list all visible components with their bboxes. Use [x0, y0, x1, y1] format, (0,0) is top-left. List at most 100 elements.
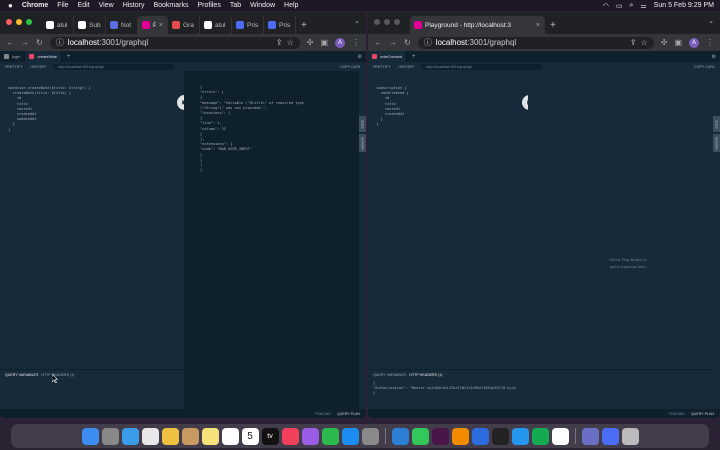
new-tab-button[interactable]: + — [296, 16, 312, 34]
appstore-icon[interactable] — [341, 427, 359, 445]
browser-tab[interactable]: Not — [106, 16, 138, 34]
copy-curl-button[interactable]: COPY CURL — [694, 65, 715, 69]
contacts-icon[interactable] — [181, 427, 199, 445]
reload-icon[interactable]: ↻ — [404, 38, 411, 47]
clock[interactable]: Sun 5 Feb 9:29 PM — [654, 2, 714, 9]
copy-curl-button[interactable]: COPY CURL — [340, 65, 361, 69]
zoom-window-button[interactable] — [26, 19, 32, 25]
tracing-button[interactable]: TRACING — [315, 412, 331, 416]
info-icon[interactable]: ⓘ — [56, 37, 64, 48]
browser-tab[interactable]: P × — [138, 16, 168, 34]
vlc-icon[interactable] — [451, 427, 469, 445]
sidebar-icon[interactable]: ▣ — [674, 38, 682, 47]
safari-icon[interactable] — [121, 427, 139, 445]
bookmark-star-icon[interactable]: ☆ — [641, 38, 648, 47]
prettify-button[interactable]: PRETTIFY — [5, 65, 22, 69]
query-editor[interactable]: mutation createNote($title: String!) { c… — [0, 71, 184, 418]
menu-file[interactable]: File — [57, 2, 68, 9]
gear-icon[interactable]: ⚙ — [712, 54, 716, 60]
back-icon[interactable]: ← — [374, 38, 382, 47]
menu-view[interactable]: View — [99, 2, 114, 9]
menu-kebab-icon[interactable]: ⋮ — [352, 38, 360, 47]
menu-history[interactable]: History — [123, 2, 145, 9]
terminal-icon[interactable] — [491, 427, 509, 445]
history-button[interactable]: HISTORY — [30, 65, 46, 69]
profile-avatar[interactable]: A — [335, 37, 345, 48]
browser-tab[interactable]: atul — [42, 16, 74, 34]
query-variables-tab[interactable]: QUERY VARIABLES — [373, 373, 406, 377]
playground-tab-notecreated[interactable]: noteCreated — [368, 51, 408, 62]
settings-icon[interactable] — [361, 427, 379, 445]
chrome-icon[interactable] — [141, 427, 159, 445]
battery-icon[interactable]: ▭ — [616, 2, 623, 10]
query-plan-button[interactable]: QUERY PLAN — [337, 412, 360, 416]
menu-edit[interactable]: Edit — [78, 2, 90, 9]
browser-tab[interactable]: Pris — [264, 16, 296, 34]
tab-search-chevron-icon[interactable]: ⌄ — [354, 17, 360, 25]
notes-icon[interactable] — [201, 427, 219, 445]
new-tab-button[interactable]: + — [545, 16, 561, 34]
address-bar[interactable]: ⓘ localhost:3001/graphql ⇪ ☆ — [417, 36, 654, 49]
tab-playground[interactable]: Playground - http://localhost:3 × — [410, 16, 545, 34]
playground-tab-createnote[interactable]: createNote — [25, 51, 63, 62]
control-center-icon[interactable]: ⚌ — [640, 2, 646, 10]
trash-icon[interactable] — [621, 427, 639, 445]
back-icon[interactable]: ← — [6, 38, 14, 47]
finder-icon[interactable] — [81, 427, 99, 445]
query-plan-button[interactable]: QUERY PLAN — [691, 412, 714, 416]
browser-tab[interactable]: atul — [200, 16, 232, 34]
mongodb-icon[interactable] — [531, 427, 549, 445]
sidebar-icon[interactable]: ▣ — [320, 38, 328, 47]
add-playground-tab-button[interactable]: + — [407, 54, 421, 60]
slack-icon[interactable] — [431, 427, 449, 445]
query-variables-tab[interactable]: QUERY VARIABLES — [5, 373, 38, 377]
music-icon[interactable] — [281, 427, 299, 445]
keynote-icon[interactable] — [471, 427, 489, 445]
tv-icon[interactable]: tv — [261, 427, 279, 445]
prettify-button[interactable]: PRETTIFY — [373, 65, 390, 69]
bookmark-star-icon[interactable]: ☆ — [287, 38, 294, 47]
calendar-icon[interactable]: 5 — [241, 427, 259, 445]
schema-side-tab[interactable]: SCHEMA — [713, 134, 720, 152]
zoom-window-button[interactable] — [394, 19, 400, 25]
podcasts-icon[interactable] — [301, 427, 319, 445]
menu-tab[interactable]: Tab — [230, 2, 241, 9]
endpoint-input[interactable]: http://localhost:3001/graphql — [422, 63, 543, 70]
menu-bookmarks[interactable]: Bookmarks — [153, 2, 188, 9]
close-tab-icon[interactable]: × — [536, 22, 540, 29]
share-icon[interactable]: ⇪ — [276, 38, 283, 47]
history-button[interactable]: HISTORY — [398, 65, 414, 69]
extensions-icon[interactable]: ✣ — [661, 38, 668, 47]
apple-menu-icon[interactable]: ● — [8, 1, 13, 10]
query-editor[interactable]: subscription { noteCreated { id title co… — [368, 71, 528, 418]
messages-icon[interactable] — [411, 427, 429, 445]
photos-icon[interactable] — [161, 427, 179, 445]
close-tab-icon[interactable]: × — [159, 22, 163, 29]
playground-tab-login[interactable]: login — [0, 51, 26, 62]
browser-tab[interactable]: Sub — [74, 16, 106, 34]
menu-profiles[interactable]: Profiles — [197, 2, 220, 9]
docs-side-tab[interactable]: DOCS — [713, 116, 720, 132]
files-icon[interactable] — [581, 427, 599, 445]
downloads-icon[interactable] — [601, 427, 619, 445]
extensions-icon[interactable]: ✣ — [307, 38, 314, 47]
wifi-icon[interactable]: ◠ — [603, 2, 609, 10]
numbers-icon[interactable] — [321, 427, 339, 445]
address-bar[interactable]: ⓘ localhost:3001/graphql ⇪ ☆ — [49, 36, 300, 49]
tab-search-chevron-icon[interactable]: ⌄ — [708, 17, 714, 25]
menu-kebab-icon[interactable]: ⋮ — [706, 38, 714, 47]
minimize-window-button[interactable] — [16, 19, 22, 25]
profile-avatar[interactable]: A — [689, 37, 699, 48]
forward-icon[interactable]: → — [389, 38, 397, 47]
share-icon[interactable]: ⇪ — [630, 38, 637, 47]
schema-side-tab[interactable]: SCHEMA — [359, 134, 366, 152]
endpoint-input[interactable]: http://localhost:3001/graphql — [54, 63, 175, 70]
minimize-window-button[interactable] — [384, 19, 390, 25]
menu-help[interactable]: Help — [284, 2, 298, 9]
tracing-button[interactable]: TRACING — [669, 412, 685, 416]
docker-icon[interactable] — [511, 427, 529, 445]
menu-chrome[interactable]: Chrome — [22, 2, 48, 9]
docs-side-tab[interactable]: DOCS — [359, 116, 366, 132]
headers-editor[interactable]: { "Authorization": "Bearer eyJhbGciOiJIU… — [373, 381, 708, 396]
browser-tab[interactable]: Gra — [168, 16, 200, 34]
